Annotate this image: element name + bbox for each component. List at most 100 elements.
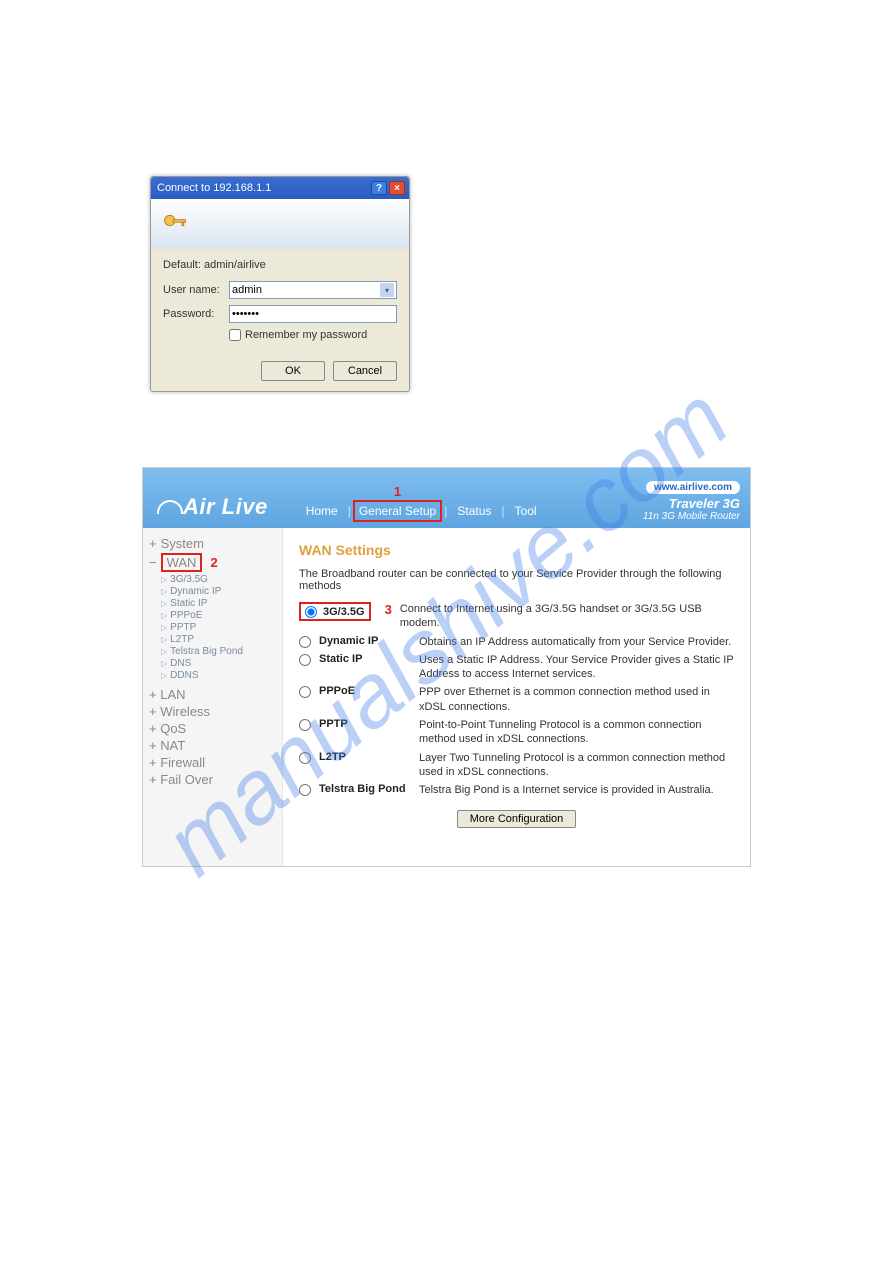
sidebar-sub-item[interactable]: ▷Static IP — [161, 598, 276, 609]
option-desc: Layer Two Tunneling Protocol is a common… — [419, 751, 734, 780]
option-row-3g[interactable]: 3G/3.5G 3 Connect to Internet using a 3G… — [299, 602, 734, 631]
sidebar-wan-submenu: ▷3G/3.5G ▷Dynamic IP ▷Static IP ▷PPPoE ▷… — [161, 574, 276, 681]
option-label: PPTP — [319, 718, 411, 730]
sidebar-system-label: System — [161, 536, 204, 551]
router-nav: Home | 1 General Setup | Status | Tool — [298, 500, 545, 522]
triangle-icon: ▷ — [161, 623, 167, 632]
username-value: admin — [232, 284, 262, 296]
sidebar-item-wan[interactable]: − WAN 2 — [149, 553, 276, 572]
radio-static[interactable] — [299, 654, 311, 666]
sub-label: DNS — [170, 658, 191, 669]
sidebar-item-firewall[interactable]: + Firewall — [149, 755, 276, 770]
option-row-static[interactable]: Static IP Uses a Static IP Address. Your… — [299, 653, 734, 682]
username-label: User name: — [163, 284, 229, 296]
nav-sep: | — [442, 504, 449, 518]
nav-status[interactable]: Status — [449, 500, 499, 522]
url-pill[interactable]: www.airlive.com — [646, 481, 740, 494]
sidebar-sub-item[interactable]: ▷L2TP — [161, 634, 276, 645]
router-model: Traveler 3G — [643, 496, 740, 511]
radio-pppoe[interactable] — [299, 686, 311, 698]
content-area: WAN Settings The Broadband router can be… — [283, 528, 750, 866]
login-title: Connect to 192.168.1.1 — [157, 182, 369, 194]
remember-label: Remember my password — [245, 329, 367, 341]
router-page: Air Live Home | 1 General Setup | Status… — [142, 467, 751, 867]
nav-tool[interactable]: Tool — [507, 500, 545, 522]
nav-general-setup[interactable]: 1 General Setup — [353, 500, 442, 522]
sidebar-item-nat[interactable]: + NAT — [149, 738, 276, 753]
option-row-telstra[interactable]: Telstra Big Pond Telstra Big Pond is a I… — [299, 783, 734, 797]
option-label: Telstra Big Pond — [319, 783, 411, 795]
sidebar-item-wireless[interactable]: + Wireless — [149, 704, 276, 719]
sub-label: L2TP — [170, 634, 194, 645]
help-icon[interactable]: ? — [371, 181, 387, 195]
sub-label: PPTP — [170, 622, 196, 633]
option-label: Static IP — [319, 653, 411, 665]
radio-dynamic[interactable] — [299, 636, 311, 648]
option-highlight-box: 3G/3.5G — [299, 602, 371, 621]
sidebar: + System − WAN 2 ▷3G/3.5G ▷Dynamic IP ▷S… — [143, 528, 283, 866]
router-logo: Air Live — [157, 494, 268, 520]
logo-text: Air Live — [183, 494, 268, 520]
option-desc: Telstra Big Pond is a Internet service i… — [419, 783, 734, 797]
triangle-icon: ▷ — [161, 575, 167, 584]
nav-setup-label: General Setup — [359, 504, 436, 518]
triangle-icon: ▷ — [161, 587, 167, 596]
sidebar-sub-item[interactable]: ▷PPTP — [161, 622, 276, 633]
key-icon — [161, 210, 189, 238]
nav-home[interactable]: Home — [298, 500, 346, 522]
password-label: Password: — [163, 308, 229, 320]
login-body: Default: admin/airlive User name: admin … — [151, 249, 409, 351]
sub-label: DDNS — [170, 670, 198, 681]
triangle-icon: ▷ — [161, 647, 167, 656]
nav-sep: | — [499, 504, 506, 518]
sidebar-item-failover[interactable]: + Fail Over — [149, 772, 276, 787]
radio-3g[interactable] — [305, 606, 317, 618]
option-row-pppoe[interactable]: PPPoE PPP over Ethernet is a common conn… — [299, 685, 734, 714]
option-desc: PPP over Ethernet is a common connection… — [419, 685, 734, 714]
sidebar-sub-item[interactable]: ▷DDNS — [161, 670, 276, 681]
radio-pptp[interactable] — [299, 719, 311, 731]
option-label: PPPoE — [319, 685, 411, 697]
annotation-1: 1 — [394, 484, 401, 499]
radio-telstra[interactable] — [299, 784, 311, 796]
sidebar-item-qos[interactable]: + QoS — [149, 721, 276, 736]
router-header-right: www.airlive.com Traveler 3G 11n 3G Mobil… — [643, 481, 740, 522]
sub-label: Telstra Big Pond — [170, 646, 243, 657]
sidebar-rest-label: QoS — [160, 721, 186, 736]
close-icon[interactable]: × — [389, 181, 405, 195]
nav-sep: | — [346, 504, 353, 518]
login-titlebar[interactable]: Connect to 192.168.1.1 ? × — [151, 177, 409, 199]
option-row-dynamic[interactable]: Dynamic IP Obtains an IP Address automat… — [299, 635, 734, 649]
password-field[interactable]: ••••••• — [229, 305, 397, 323]
sidebar-rest-label: Firewall — [160, 755, 205, 770]
triangle-icon: ▷ — [161, 635, 167, 644]
radio-l2tp[interactable] — [299, 752, 311, 764]
sidebar-wan-label: WAN — [161, 553, 203, 572]
triangle-icon: ▷ — [161, 659, 167, 668]
remember-checkbox[interactable] — [229, 329, 241, 341]
login-dialog: Connect to 192.168.1.1 ? × Default: admi… — [150, 176, 410, 392]
sidebar-sub-item[interactable]: ▷PPPoE — [161, 610, 276, 621]
sub-label: Dynamic IP — [170, 586, 221, 597]
cancel-button[interactable]: Cancel — [333, 361, 397, 381]
sub-label: Static IP — [170, 598, 207, 609]
more-configuration-button[interactable]: More Configuration — [457, 810, 577, 828]
sidebar-item-lan[interactable]: + LAN — [149, 687, 276, 702]
sidebar-sub-item[interactable]: ▷Telstra Big Pond — [161, 646, 276, 657]
router-header: Air Live Home | 1 General Setup | Status… — [143, 468, 750, 528]
chevron-down-icon[interactable]: ▾ — [380, 283, 394, 297]
sidebar-sub-item[interactable]: ▷3G/3.5G — [161, 574, 276, 585]
ok-button[interactable]: OK — [261, 361, 325, 381]
sub-label: PPPoE — [170, 610, 202, 621]
username-field[interactable]: admin ▾ — [229, 281, 397, 299]
sidebar-item-system[interactable]: + System — [149, 536, 276, 551]
sidebar-rest-label: Wireless — [160, 704, 210, 719]
option-row-pptp[interactable]: PPTP Point-to-Point Tunneling Protocol i… — [299, 718, 734, 747]
remember-checkbox-row[interactable]: Remember my password — [229, 329, 397, 341]
option-desc: Obtains an IP Address automatically from… — [419, 635, 734, 649]
login-banner — [151, 199, 409, 249]
sidebar-sub-item[interactable]: ▷DNS — [161, 658, 276, 669]
option-row-l2tp[interactable]: L2TP Layer Two Tunneling Protocol is a c… — [299, 751, 734, 780]
option-label: L2TP — [319, 751, 411, 763]
sidebar-sub-item[interactable]: ▷Dynamic IP — [161, 586, 276, 597]
